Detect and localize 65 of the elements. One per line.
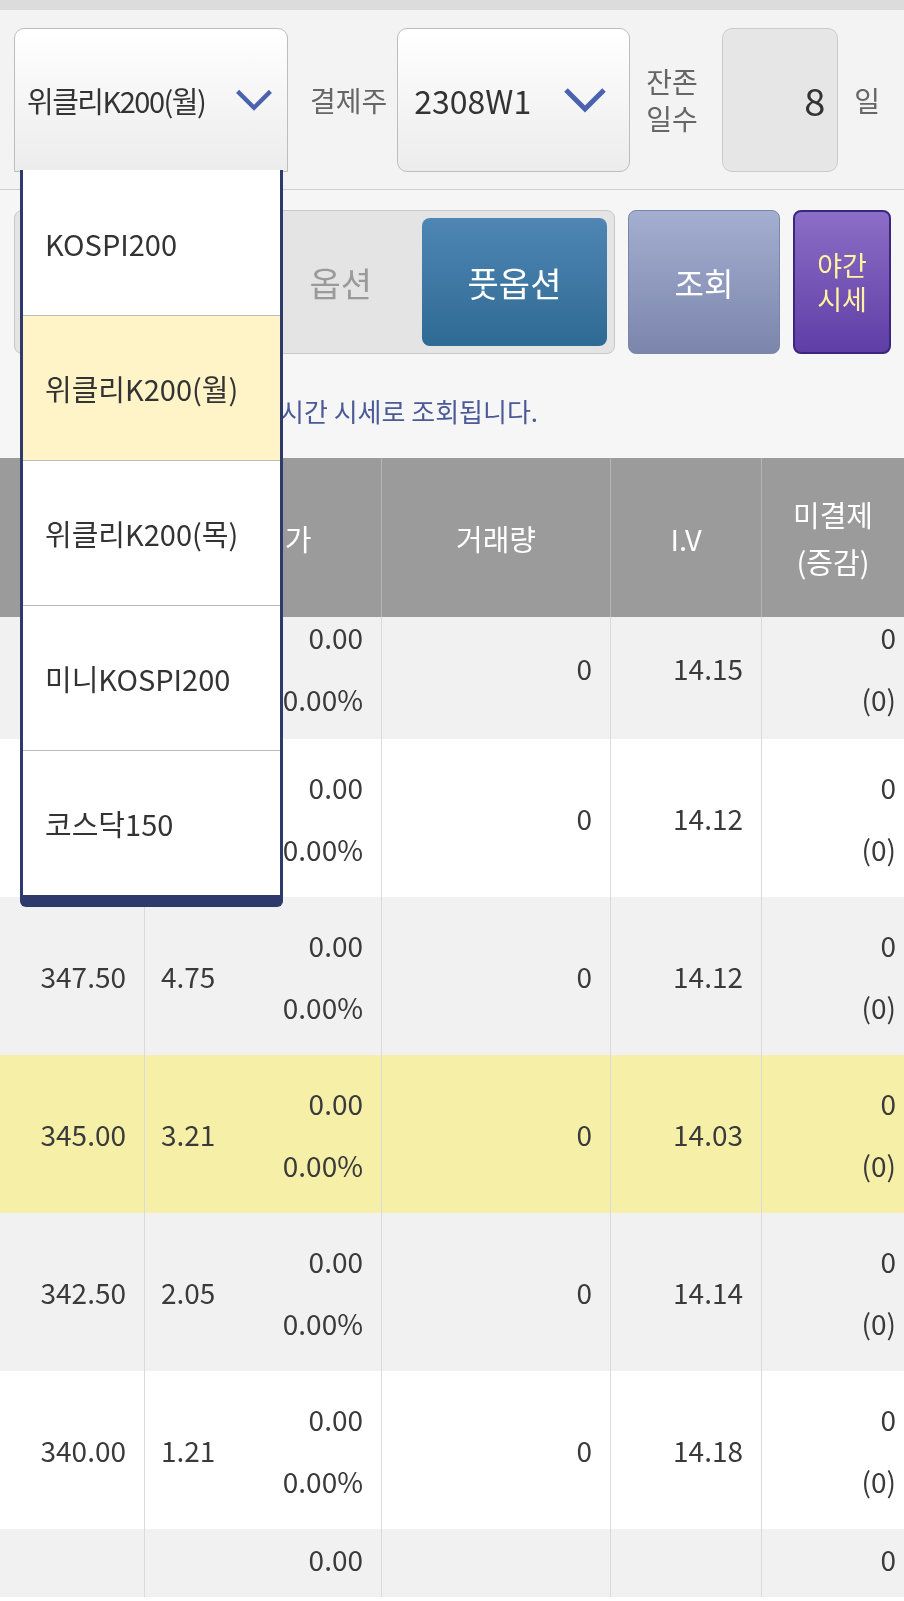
open-interest-cell: 0	[880, 617, 896, 657]
option-tab[interactable]: 풋옵션	[422, 218, 607, 346]
change-cell: 0.00	[308, 617, 363, 657]
remaining-days-field: 8	[722, 27, 839, 172]
change-cell: 0.00	[308, 1083, 363, 1123]
volume-cell: 0	[576, 1272, 592, 1312]
change-cell: 0.00	[308, 1539, 363, 1579]
iv-cell: 14.18	[673, 1430, 743, 1470]
volume-cell: 0	[576, 1430, 592, 1470]
change-rate-cell: 0.00%	[282, 1145, 363, 1185]
open-interest-change-cell: (0)	[861, 679, 896, 719]
open-interest-cell: 0	[880, 1083, 896, 1123]
price-cell: 1.21	[161, 1430, 216, 1470]
open-interest-cell: 0	[880, 1241, 896, 1281]
week-select[interactable]: 2308W1	[397, 27, 631, 172]
open-interest-change-cell: (0)	[861, 1145, 896, 1185]
price-cell: 2.05	[161, 1272, 216, 1312]
remaining-days-label: 잔존 일수	[646, 63, 699, 136]
iv-cell: 14.12	[673, 798, 743, 838]
volume-cell: 0	[576, 798, 592, 838]
iv-cell: 14.15	[673, 648, 743, 688]
change-rate-cell: 0.00%	[282, 679, 363, 719]
open-interest-cell: 0	[880, 1399, 896, 1439]
open-interest-change-cell: (0)	[861, 1461, 896, 1501]
strike-price-cell: 347.50	[40, 956, 126, 996]
dropdown-item[interactable]: 위클리K200(목)	[23, 460, 280, 605]
settle-week-label: 결제주	[310, 79, 388, 120]
dropdown-item[interactable]: 미니KOSPI200	[23, 605, 280, 750]
open-interest-cell: 0	[880, 767, 896, 807]
dropdown-item[interactable]: 위클리K200(월)	[23, 315, 280, 460]
open-interest-change-cell: (0)	[861, 1303, 896, 1343]
iv-cell: 14.03	[673, 1114, 743, 1154]
change-rate-cell: 0.00%	[282, 1303, 363, 1343]
strike-price-cell: 345.00	[40, 1114, 126, 1154]
iv-cell: 14.12	[673, 956, 743, 996]
open-interest-change-cell: (0)	[861, 987, 896, 1027]
day-unit-label: 일	[854, 79, 881, 120]
notice-text: 시간 시세로 조회됩니다.	[280, 392, 539, 429]
column-header: 거래량	[455, 516, 536, 559]
change-rate-cell: 0.00%	[282, 987, 363, 1027]
dropdown-item[interactable]: KOSPI200	[23, 170, 280, 315]
volume-cell: 0	[576, 956, 592, 996]
chevron-down-icon	[563, 86, 608, 113]
night-quote-button[interactable]: 야간 시세	[793, 210, 891, 354]
price-cell: 4.75	[161, 956, 216, 996]
product-select[interactable]: 위클리K200(월)	[14, 27, 288, 172]
column-header: 가	[284, 516, 312, 559]
open-interest-change-cell: (0)	[861, 829, 896, 869]
change-cell: 0.00	[308, 1399, 363, 1439]
open-interest-cell: 0	[880, 1539, 896, 1579]
change-rate-cell: 0.00%	[282, 1461, 363, 1501]
iv-cell: 14.14	[673, 1272, 743, 1312]
change-cell: 0.00	[308, 1241, 363, 1281]
volume-cell: 0	[576, 1114, 592, 1154]
open-interest-cell: 0	[880, 925, 896, 965]
volume-cell: 0	[576, 648, 592, 688]
column-header: 미결제 (증감)	[792, 492, 873, 584]
change-rate-cell: 0.00%	[282, 829, 363, 869]
change-cell: 0.00	[308, 925, 363, 965]
dropdown-item[interactable]: 코스닥150	[23, 750, 280, 895]
strike-price-cell: 342.50	[40, 1272, 126, 1312]
strike-price-cell: 340.00	[40, 1430, 126, 1470]
price-cell: 3.21	[161, 1114, 216, 1154]
change-cell: 0.00	[308, 767, 363, 807]
column-header: I.V	[670, 516, 702, 559]
